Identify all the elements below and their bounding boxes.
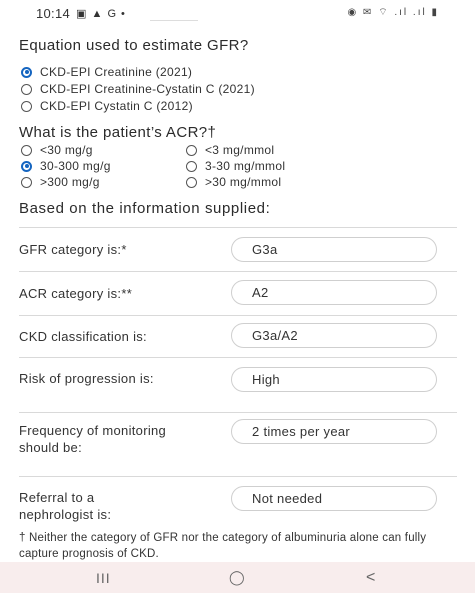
result-value: 2 times per year — [231, 419, 437, 444]
notification-icons: ▣ ▲ G • — [76, 7, 126, 20]
results-section-title: Based on the information supplied: — [19, 200, 271, 217]
result-ckd-classification: CKD classification is: G3a/A2 — [19, 315, 457, 358]
radio-unchecked-icon[interactable] — [186, 144, 197, 156]
radio-unchecked-icon[interactable] — [186, 160, 197, 172]
result-gfr-category: GFR category is:* G3a — [19, 227, 457, 272]
radio-label: 30-300 mg/g — [40, 159, 111, 173]
result-value: Not needed — [231, 486, 437, 511]
result-risk-of-progression: Risk of progression is: High — [19, 357, 457, 413]
result-label: CKD classification is: — [19, 329, 147, 344]
radio-acr-gt300-mg-g[interactable]: >300 mg/g — [21, 175, 100, 189]
radio-acr-lt3-mg-mmol[interactable]: <3 mg/mmol — [186, 143, 274, 157]
result-monitoring-frequency: Frequency of monitoring should be: 2 tim… — [19, 412, 457, 477]
radio-acr-30-300-mg-g[interactable]: 30-300 mg/g — [21, 159, 111, 173]
radio-label: CKD-EPI Cystatin C (2012) — [40, 99, 193, 113]
radio-checked-icon[interactable] — [21, 66, 32, 78]
android-navigation-bar: III ◯ < — [0, 562, 475, 593]
radio-label: >30 mg/mmol — [205, 175, 282, 189]
system-status-icons: ◉ ✉ ⌔ .ıl .ıl ▮ — [347, 7, 439, 18]
radio-label: >300 mg/g — [40, 175, 100, 189]
result-label: ACR category is:** — [19, 286, 133, 301]
radio-equation-ckd-epi-creatinine[interactable]: CKD-EPI Creatinine (2021) — [21, 65, 192, 79]
radio-equation-ckd-epi-creatinine-cystatin[interactable]: CKD-EPI Creatinine-Cystatin C (2021) — [21, 82, 255, 96]
radio-checked-icon[interactable] — [21, 160, 32, 172]
radio-acr-3-30-mg-mmol[interactable]: 3-30 mg/mmol — [186, 159, 285, 173]
equation-question-title: Equation used to estimate GFR? — [19, 37, 249, 54]
radio-unchecked-icon[interactable] — [21, 176, 32, 188]
status-time: 10:14 — [36, 5, 71, 21]
result-value: G3a — [231, 237, 437, 262]
result-nephrologist-referral: Referral to a nephrologist is: Not neede… — [19, 476, 457, 529]
acr-question-title: What is the patient’s ACR?† — [19, 124, 217, 141]
back-button[interactable]: < — [366, 569, 375, 587]
radio-label: <3 mg/mmol — [205, 143, 275, 157]
footnote: † Neither the category of GFR nor the ca… — [19, 532, 427, 560]
radio-unchecked-icon[interactable] — [21, 100, 32, 112]
divider — [150, 20, 198, 21]
home-button[interactable]: ◯ — [229, 569, 245, 586]
recents-button[interactable]: III — [96, 570, 111, 586]
status-bar: 10:14 ▣ ▲ G • ◉ ✉ ⌔ .ıl .ıl ▮ — [0, 0, 475, 26]
radio-label: CKD-EPI Creatinine (2021) — [40, 65, 193, 79]
radio-unchecked-icon[interactable] — [21, 144, 32, 156]
radio-unchecked-icon[interactable] — [186, 176, 197, 188]
result-value: G3a/A2 — [231, 323, 437, 348]
result-acr-category: ACR category is:** A2 — [19, 271, 457, 316]
radio-label: 3-30 mg/mmol — [205, 159, 286, 173]
result-label: Referral to a nephrologist is: — [19, 490, 112, 522]
result-value: A2 — [231, 280, 437, 305]
result-label: GFR category is:* — [19, 242, 127, 257]
radio-unchecked-icon[interactable] — [21, 83, 32, 95]
radio-label: CKD-EPI Creatinine-Cystatin C (2021) — [40, 82, 255, 96]
radio-equation-ckd-epi-cystatin[interactable]: CKD-EPI Cystatin C (2012) — [21, 99, 193, 113]
radio-acr-lt30-mg-g[interactable]: <30 mg/g — [21, 143, 93, 157]
radio-label: <30 mg/g — [40, 143, 93, 157]
result-label: Risk of progression is: — [19, 371, 154, 386]
radio-acr-gt30-mg-mmol[interactable]: >30 mg/mmol — [186, 175, 281, 189]
result-value: High — [231, 367, 437, 392]
result-label: Frequency of monitoring should be: — [19, 423, 167, 455]
